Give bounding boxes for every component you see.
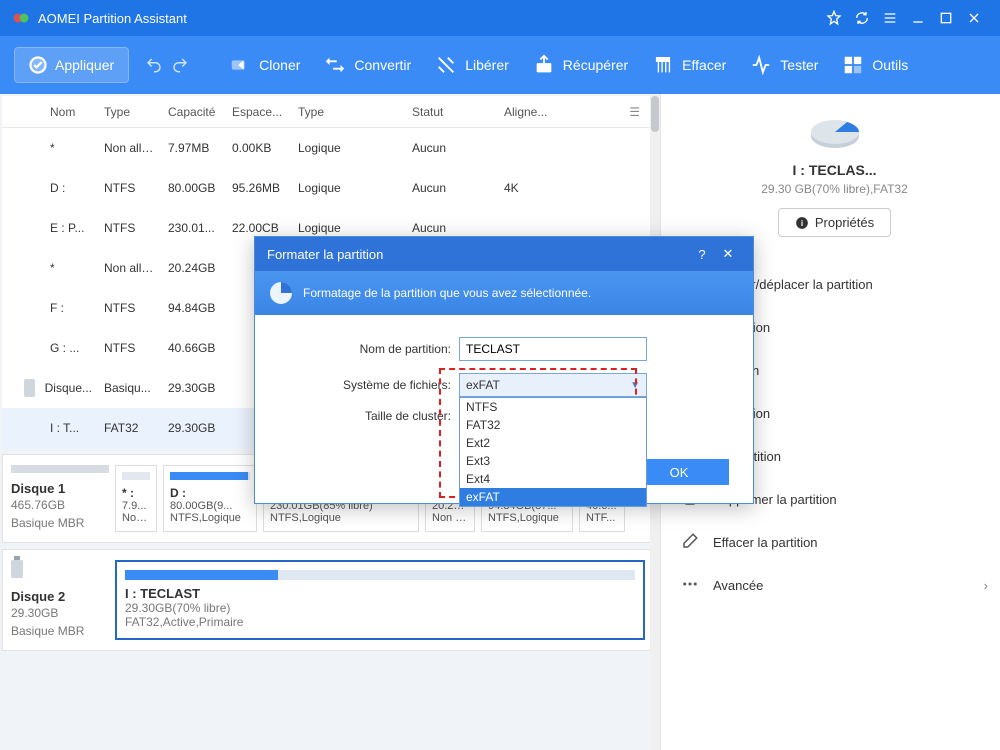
cluster-size-label: Taille de cluster: xyxy=(279,409,459,423)
modal-body: Nom de partition: Système de fichiers: e… xyxy=(255,315,753,459)
op-icon xyxy=(681,575,699,596)
effacer-icon xyxy=(652,54,674,76)
partition-block[interactable]: D :80.00GB(9...NTFS,Logique xyxy=(163,465,257,532)
fs-option[interactable]: exFAT xyxy=(460,488,646,506)
modal-close-button[interactable]: ✕ xyxy=(715,246,741,262)
svg-text:i: i xyxy=(801,218,803,227)
toolbar: Appliquer Cloner Convertir Libérer Récup… xyxy=(0,36,1000,94)
chevron-right-icon: › xyxy=(984,578,988,593)
properties-button[interactable]: i Propriétés xyxy=(778,208,891,237)
col-type[interactable]: Type xyxy=(98,105,162,119)
tool-liberer[interactable]: Libérer xyxy=(425,48,519,82)
cloner-icon xyxy=(229,54,251,76)
op-icon xyxy=(681,532,699,553)
modal-banner: Formatage de la partition que vous avez … xyxy=(255,271,753,315)
tool-effacer[interactable]: Effacer xyxy=(642,48,736,82)
star-icon[interactable] xyxy=(820,4,848,32)
tool-convertir[interactable]: Convertir xyxy=(314,48,421,82)
filesystem-label: Système de fichiers: xyxy=(279,378,459,392)
tool-outils[interactable]: Outils xyxy=(832,48,918,82)
filesystem-dropdown: NTFSFAT32Ext2Ext3Ext4exFAT xyxy=(459,397,647,507)
filesystem-select[interactable]: exFAT▼ xyxy=(459,373,647,397)
window-title: AOMEI Partition Assistant xyxy=(38,11,820,26)
info-icon: i xyxy=(795,216,809,230)
side-sub: 29.30 GB(70% libre),FAT32 xyxy=(761,182,908,196)
convertir-icon xyxy=(324,54,346,76)
app-logo-icon xyxy=(12,9,30,27)
partition-name-label: Nom de partition: xyxy=(279,342,459,356)
tool-recuperer[interactable]: Récupérer xyxy=(523,48,638,82)
tester-icon xyxy=(750,54,772,76)
refresh-icon[interactable] xyxy=(848,4,876,32)
operation-item[interactable]: Avancée› xyxy=(679,564,990,607)
apply-button[interactable]: Appliquer xyxy=(14,47,129,83)
table-header: Nom Type Capacité Espace... Type Statut … xyxy=(2,96,654,128)
tool-cloner[interactable]: Cloner xyxy=(219,48,310,82)
col-align[interactable]: Aligne... xyxy=(498,105,558,119)
minimize-button[interactable] xyxy=(904,4,932,32)
menu-icon[interactable] xyxy=(876,4,904,32)
disk-card: Disque 229.30GBBasique MBRI : TECLAST29.… xyxy=(2,549,654,651)
fs-option[interactable]: NTFS xyxy=(460,398,646,416)
recuperer-icon xyxy=(533,54,555,76)
fs-option[interactable]: Ext3 xyxy=(460,452,646,470)
liberer-icon xyxy=(435,54,457,76)
fs-option[interactable]: FAT32 xyxy=(460,416,646,434)
modal-help-button[interactable]: ? xyxy=(689,247,715,262)
table-row[interactable]: D :NTFS80.00GB95.26MBLogiqueAucun4K xyxy=(2,168,654,208)
check-icon xyxy=(29,56,47,74)
pie-chart-icon xyxy=(807,112,863,152)
maximize-button[interactable] xyxy=(932,4,960,32)
side-title: I : TECLAS... xyxy=(793,162,877,178)
outils-icon xyxy=(842,54,864,76)
titlebar: AOMEI Partition Assistant xyxy=(0,0,1000,36)
col-ptype[interactable]: Type xyxy=(292,105,406,119)
modal-title: Formater la partition xyxy=(267,247,689,262)
redo-icon[interactable] xyxy=(171,56,189,74)
format-partition-dialog: Formater la partition ? ✕ Formatage de l… xyxy=(254,236,754,504)
apply-label: Appliquer xyxy=(55,57,114,73)
col-stat[interactable]: Statut xyxy=(406,105,498,119)
table-row[interactable]: *Non allo...7.97MB0.00KBLogiqueAucun xyxy=(2,128,654,168)
tool-tester[interactable]: Tester xyxy=(740,48,828,82)
partition-name-input[interactable] xyxy=(459,337,647,361)
col-nom[interactable]: Nom xyxy=(2,105,98,119)
partition-block-selected[interactable]: I : TECLAST29.30GB(70% libre)FAT32,Activ… xyxy=(115,560,645,640)
undo-icon[interactable] xyxy=(145,56,163,74)
col-esp[interactable]: Espace... xyxy=(226,105,292,119)
partition-block[interactable]: * :7.9...Non... xyxy=(115,465,157,532)
fs-option[interactable]: Ext2 xyxy=(460,434,646,452)
close-button[interactable] xyxy=(960,4,988,32)
col-cap[interactable]: Capacité xyxy=(162,105,226,119)
modal-titlebar: Formater la partition ? ✕ xyxy=(255,237,753,271)
chevron-down-icon: ▼ xyxy=(630,380,640,391)
operation-item[interactable]: Effacer la partition xyxy=(679,521,990,564)
format-icon xyxy=(269,281,293,305)
fs-option[interactable]: Ext4 xyxy=(460,470,646,488)
